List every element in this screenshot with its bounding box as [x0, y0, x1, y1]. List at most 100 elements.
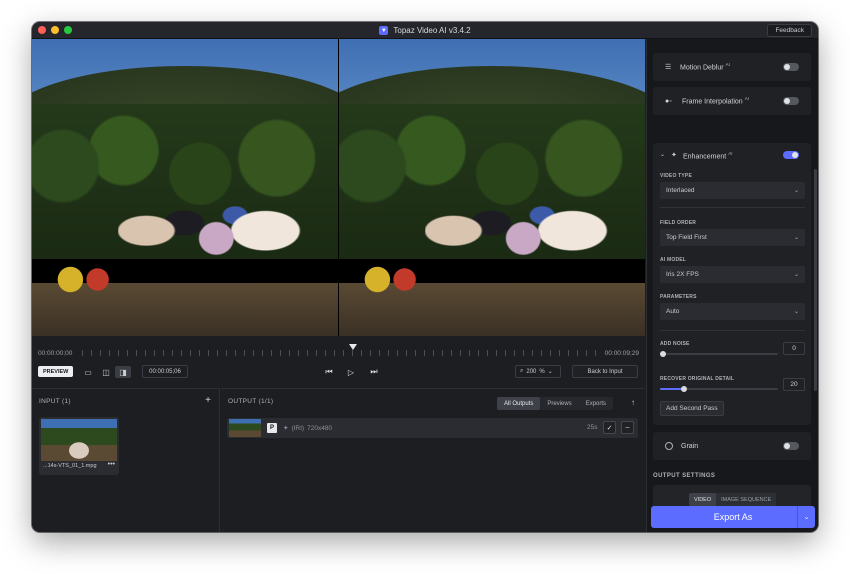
back-to-input-button[interactable]: Back to Input [572, 365, 638, 378]
chevron-down-icon: ⌄ [793, 272, 799, 278]
export-as-button[interactable]: Export As ⌄ [651, 506, 815, 528]
chevron-down-icon[interactable]: ⌄ [797, 506, 815, 528]
input-file-card[interactable]: ...14s-VTS_01_1.mpg ••• [39, 417, 119, 475]
output-info: ✦ (IRI) 720x480 [283, 424, 333, 433]
field-order-value: Top Field First [666, 234, 707, 241]
split-view-icon[interactable]: ◫ [98, 366, 114, 378]
input-panel: INPUT (1) + ...14s-VTS_01_1.mpg ••• [32, 388, 220, 532]
add-noise-slider-knob[interactable] [660, 351, 666, 357]
ai-badge: AI [725, 62, 730, 68]
output-resolution: 720x480 [307, 424, 333, 432]
recover-detail-slider[interactable] [660, 386, 778, 392]
recover-detail-value[interactable]: 20 [783, 378, 805, 391]
motion-deblur-icon: ☰ [665, 64, 672, 71]
field-order-select[interactable]: Top Field First ⌄ [660, 229, 805, 246]
ai-model-label: AI MODEL [660, 257, 687, 263]
frame-interpolation-row[interactable]: ●◦ Frame Interpolation AI [653, 87, 811, 115]
add-second-pass-button[interactable]: Add Second Pass [660, 401, 724, 416]
sparkle-icon: ✦ [283, 425, 289, 432]
feedback-button[interactable]: Feedback [767, 24, 812, 37]
ai-model-value: Iris 2X FPS [666, 271, 699, 278]
motion-deblur-toggle[interactable] [783, 63, 799, 71]
input-thumbnail [41, 419, 117, 461]
previous-frame-icon[interactable]: ⏮ [322, 366, 336, 378]
grain-radio-icon[interactable] [665, 442, 673, 450]
input-panel-title: INPUT (1) [39, 398, 71, 405]
enhancement-toggle[interactable] [783, 151, 799, 159]
tab-all-outputs[interactable]: All Outputs [497, 397, 541, 410]
enhancement-label: Enhancement [683, 153, 727, 161]
ai-badge: AI [744, 96, 749, 102]
divider [660, 207, 805, 208]
app-window: ▼ Topaz Video AI v3.4.2 Feedback 00:00:0… [32, 22, 818, 532]
add-noise-label: ADD NOISE [660, 341, 690, 347]
chevron-down-icon[interactable]: ⌄ [660, 151, 665, 158]
export-as-label: Export As [713, 512, 753, 522]
enhancement-card: ⌄ ✦ Enhancement AI VIDEO TYPE Interlaced … [653, 143, 811, 425]
sidebar-scrollbar[interactable] [814, 169, 817, 391]
motion-deblur-row[interactable]: ☰ Motion Deblur AI [653, 53, 811, 81]
frame-interpolation-toggle[interactable] [783, 97, 799, 105]
checkmark-icon[interactable]: ✓ [603, 421, 616, 434]
current-time-field[interactable]: 00:00:05;06 [142, 365, 188, 378]
motion-deblur-label: Motion Deblur [680, 64, 724, 72]
output-panel-title: OUTPUT (1/1) [228, 398, 274, 405]
sort-icon[interactable]: ↑ [631, 398, 635, 407]
recover-detail-slider-knob[interactable] [680, 386, 687, 392]
play-icon[interactable]: ▷ [344, 366, 358, 378]
add-input-button[interactable]: + [205, 395, 211, 406]
ai-model-select[interactable]: Iris 2X FPS ⌄ [660, 266, 805, 283]
start-timecode: 00:00:00;00 [38, 350, 73, 357]
original-video-preview[interactable] [32, 39, 338, 336]
output-model: (IRI) [291, 424, 305, 432]
output-settings-title: OUTPUT SETTINGS [653, 473, 716, 479]
preview-badge: P [267, 423, 277, 433]
field-order-label: FIELD ORDER [660, 220, 697, 226]
preview-button[interactable]: PREVIEW [38, 366, 74, 377]
output-tabs: All Outputs Previews Exports [497, 397, 614, 410]
frame-interpolation-label: Frame Interpolation [682, 98, 743, 106]
frame-interpolation-icon: ●◦ [665, 97, 672, 105]
grain-toggle[interactable] [783, 442, 799, 450]
add-noise-value[interactable]: 0 [783, 342, 805, 355]
tab-exports[interactable]: Exports [579, 397, 613, 410]
parameters-select[interactable]: Auto ⌄ [660, 303, 805, 320]
tab-previews[interactable]: Previews [540, 397, 578, 410]
video-type-select[interactable]: Interlaced ⌄ [660, 182, 805, 199]
zoom-unit: % [539, 368, 545, 375]
side-by-side-view-icon[interactable]: ◨ [115, 366, 131, 378]
title-bar: ▼ Topaz Video AI v3.4.2 Feedback [32, 22, 818, 39]
parameters-value: Auto [666, 308, 680, 315]
timeline-scrubber[interactable] [82, 350, 603, 356]
next-frame-icon[interactable]: ⏭ [367, 366, 381, 378]
more-options-icon[interactable]: ••• [108, 461, 115, 468]
output-row[interactable]: P ✦ (IRI) 720x480 25s ✓ – [227, 418, 638, 438]
timeline: 00:00:00;00 00:00:09;29 PREVIEW ▭ ◫ ◨ 00… [32, 336, 645, 388]
zoom-select[interactable]: ⌕ 200 % ⌄ [515, 365, 561, 378]
topaz-logo-icon: ▼ [379, 26, 389, 35]
grain-row[interactable]: Grain [653, 432, 811, 460]
window-title: ▼ Topaz Video AI v3.4.2 [32, 22, 818, 39]
add-noise-slider[interactable] [660, 351, 778, 357]
settings-sidebar: ☰ Motion Deblur AI ●◦ Frame Interpolation… [646, 39, 818, 532]
single-view-icon[interactable]: ▭ [80, 366, 96, 378]
chevron-down-icon: ⌄ [793, 188, 799, 194]
recover-detail-label: RECOVER ORIGINAL DETAIL [660, 376, 735, 382]
grain-label: Grain [681, 442, 699, 450]
video-type-label: VIDEO TYPE [660, 173, 693, 179]
zoom-value: 200 [526, 368, 537, 375]
chevron-down-icon: ⌄ [793, 309, 799, 315]
ai-badge: AI [728, 151, 733, 156]
image-sequence-option[interactable]: IMAGE SEQUENCE [716, 493, 776, 506]
enhanced-video-preview[interactable] [339, 39, 645, 336]
video-option[interactable]: VIDEO [689, 493, 717, 506]
playhead-handle[interactable] [348, 344, 357, 350]
preview-area[interactable] [32, 39, 645, 336]
video-type-value: Interlaced [666, 187, 695, 194]
chevron-down-icon: ⌄ [793, 235, 799, 241]
enhancement-header[interactable]: ⌄ ✦ Enhancement AI [653, 143, 811, 167]
output-thumbnail [229, 419, 261, 437]
chevron-down-icon: ⌄ [547, 369, 553, 375]
remove-icon[interactable]: – [621, 421, 634, 434]
parameters-label: PARAMETERS [660, 294, 697, 300]
